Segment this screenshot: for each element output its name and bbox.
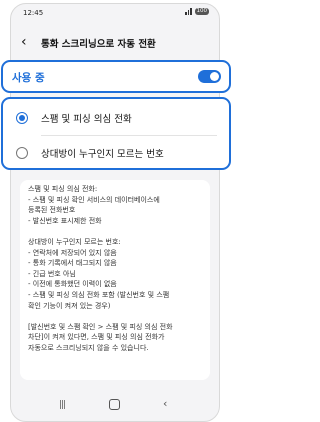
description-line: [발신번호 및 스팸 확인 > 스팸 및 피싱 의심 전화: [28, 322, 173, 331]
screening-options: 스팸 및 피싱 의심 전화 상대방이 누구인지 모르는 번호: [1, 97, 231, 170]
option-unknown-numbers[interactable]: 상대방이 누구인지 모르는 번호: [3, 136, 229, 170]
description-line: - 통화 기록에서 태그되지 않음: [28, 259, 117, 268]
header: ‹ 통화 스크리닝으로 자동 전환: [11, 32, 219, 56]
use-toggle-row[interactable]: 사용 중: [1, 60, 231, 93]
option-label: 상대방이 누구인지 모르는 번호: [41, 149, 164, 160]
radio-unselected-icon[interactable]: [16, 147, 28, 159]
signal-icon: [185, 8, 192, 15]
description-line: - 연락처에 저장되어 있지 않음: [28, 248, 117, 257]
description-line: - 긴급 번호 아님: [28, 269, 76, 278]
description-line: 스팸 및 피싱 의심 전화:: [28, 185, 98, 193]
option-label: 스팸 및 피싱 의심 전화: [41, 114, 132, 125]
description-line: 차단]이 켜져 있다면, 스팸 및 피싱 의심 전화가: [28, 333, 165, 342]
description-line: 등록된 전화번호: [28, 206, 76, 215]
description-line: - 스팸 및 피싱 의심 전화 포함 (발신번호 및 스팸: [28, 290, 170, 299]
description-line: 자동으로 스크리닝되지 않을 수 있습니다.: [28, 343, 149, 352]
status-icons: 100: [185, 8, 209, 15]
use-toggle-label: 사용 중: [12, 72, 45, 84]
nav-back-button[interactable]: ‹: [163, 397, 167, 410]
page-title: 통화 스크리닝으로 자동 전환: [41, 39, 156, 50]
description-line: - 스팸 및 피싱 확인 서비스의 데이터베이스에: [28, 195, 160, 204]
description-line: - 이전에 통화했던 이력이 없음: [28, 280, 117, 289]
radio-selected-icon[interactable]: [16, 112, 28, 124]
back-button[interactable]: ‹: [21, 34, 27, 50]
option-spam-phishing[interactable]: 스팸 및 피싱 의심 전화: [3, 101, 229, 135]
description-line: 확인 기능이 켜져 있는 경우): [28, 301, 111, 310]
status-time: 12:45: [23, 9, 44, 17]
battery-icon: 100: [194, 8, 209, 15]
use-toggle-switch[interactable]: [198, 70, 221, 83]
status-bar: 12:45 100: [11, 4, 219, 22]
navigation-bar: ||| ‹: [11, 395, 219, 415]
description-line: 상대방이 누구인지 모르는 번호:: [28, 237, 121, 246]
recent-apps-button[interactable]: |||: [59, 400, 66, 410]
home-button[interactable]: [109, 399, 120, 410]
description-card: 스팸 및 피싱 의심 전화: - 스팸 및 피싱 확인 서비스의 데이터베이스에…: [20, 180, 210, 380]
description-line: - 발신번호 표시제한 전화: [28, 216, 102, 225]
